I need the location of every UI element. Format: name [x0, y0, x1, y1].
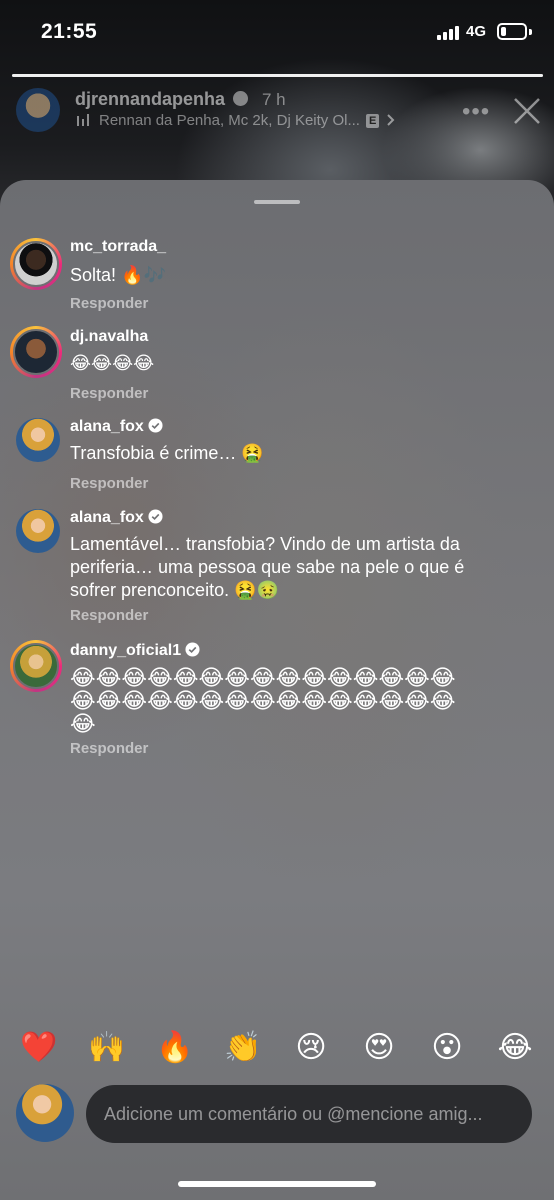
home-indicator[interactable]	[178, 1181, 376, 1187]
comment-input[interactable]	[86, 1085, 532, 1143]
battery-icon	[497, 23, 532, 40]
close-icon[interactable]	[512, 96, 542, 126]
signal-icon	[437, 25, 459, 40]
status-bar: 21:55 4G	[0, 0, 554, 66]
comment-avatar[interactable]	[16, 509, 60, 553]
verified-icon	[233, 91, 249, 106]
story-music-title[interactable]: Rennan da Penha, Mc 2k, Dj Keity Ol...	[99, 112, 360, 129]
crying-reaction-button[interactable]: 😢	[291, 1028, 331, 1068]
story-progress-bar	[12, 74, 543, 77]
comment-text: 😂😂😂😂	[70, 353, 155, 373]
reply-button[interactable]: Responder	[70, 385, 148, 402]
comment-avatar[interactable]	[10, 640, 62, 692]
comment-text: Solta! 🔥🎶	[70, 265, 166, 285]
reaction-bar: ❤️ 🙌 🔥 👏 😢 😍 😮 😂	[0, 1028, 554, 1072]
story-author[interactable]: djrennandapenha	[75, 89, 249, 110]
comment-username[interactable]: dj.navalha	[70, 328, 148, 346]
comment-username[interactable]: alana_fox	[70, 418, 163, 436]
comment-avatar[interactable]	[10, 238, 62, 290]
comment-username-text[interactable]: alana_fox	[70, 418, 144, 435]
clap-reaction-button[interactable]: 👏	[223, 1028, 263, 1068]
comment-text: Transfobia é crime… 🤮	[70, 443, 264, 463]
story-time: 7 h	[262, 90, 286, 109]
chevron-right-icon	[387, 114, 395, 126]
status-time: 21:55	[41, 20, 98, 43]
comment-text: 😂😂😂😂😂😂😂😂😂😂😂😂😂😂😂😂😂😂😂😂😂😂😂😂😂😂😂😂😂😂😂	[70, 665, 456, 736]
comment-username[interactable]: mc_torrada_	[70, 238, 166, 256]
music-bars-icon	[77, 114, 89, 126]
sheet-drag-handle[interactable]	[254, 200, 300, 204]
comment-username-text[interactable]: danny_oficial1	[70, 642, 181, 659]
comment-username[interactable]: danny_oficial1	[70, 642, 200, 660]
story-music-link[interactable]: Rennan da Penha, Mc 2k, Dj Keity Ol... E	[77, 112, 395, 129]
comment-text: Lamentável… transfobia? Vindo de um arti…	[70, 534, 465, 600]
reply-button[interactable]: Responder	[70, 607, 148, 624]
comment-avatar[interactable]	[16, 418, 60, 462]
heart-eyes-reaction-button[interactable]: 😍	[359, 1028, 399, 1068]
verified-icon	[148, 509, 163, 524]
comment-username[interactable]: alana_fox	[70, 509, 163, 527]
raised-hands-reaction-button[interactable]: 🙌	[87, 1028, 127, 1068]
verified-icon	[185, 642, 200, 657]
comment-avatar[interactable]	[10, 326, 62, 378]
more-icon[interactable]: •••	[462, 98, 490, 126]
story-author-avatar[interactable]	[16, 88, 60, 132]
reply-button[interactable]: Responder	[70, 475, 148, 492]
heart-reaction-button[interactable]: ❤️	[19, 1028, 59, 1068]
explicit-badge: E	[365, 114, 380, 128]
reply-button[interactable]: Responder	[70, 295, 148, 312]
comments-sheet: mc_torrada_ Solta! 🔥🎶 Responder dj.naval…	[0, 180, 554, 1200]
laughing-reaction-button[interactable]: 😂	[495, 1028, 535, 1068]
fire-reaction-button[interactable]: 🔥	[155, 1028, 195, 1068]
surprised-reaction-button[interactable]: 😮	[427, 1028, 467, 1068]
comment-username-text[interactable]: alana_fox	[70, 509, 144, 526]
verified-icon	[148, 418, 163, 433]
story-author-name[interactable]: djrennandapenha	[75, 89, 225, 109]
reply-button[interactable]: Responder	[70, 740, 148, 757]
current-user-avatar	[16, 1084, 74, 1142]
network-type: 4G	[466, 23, 487, 40]
